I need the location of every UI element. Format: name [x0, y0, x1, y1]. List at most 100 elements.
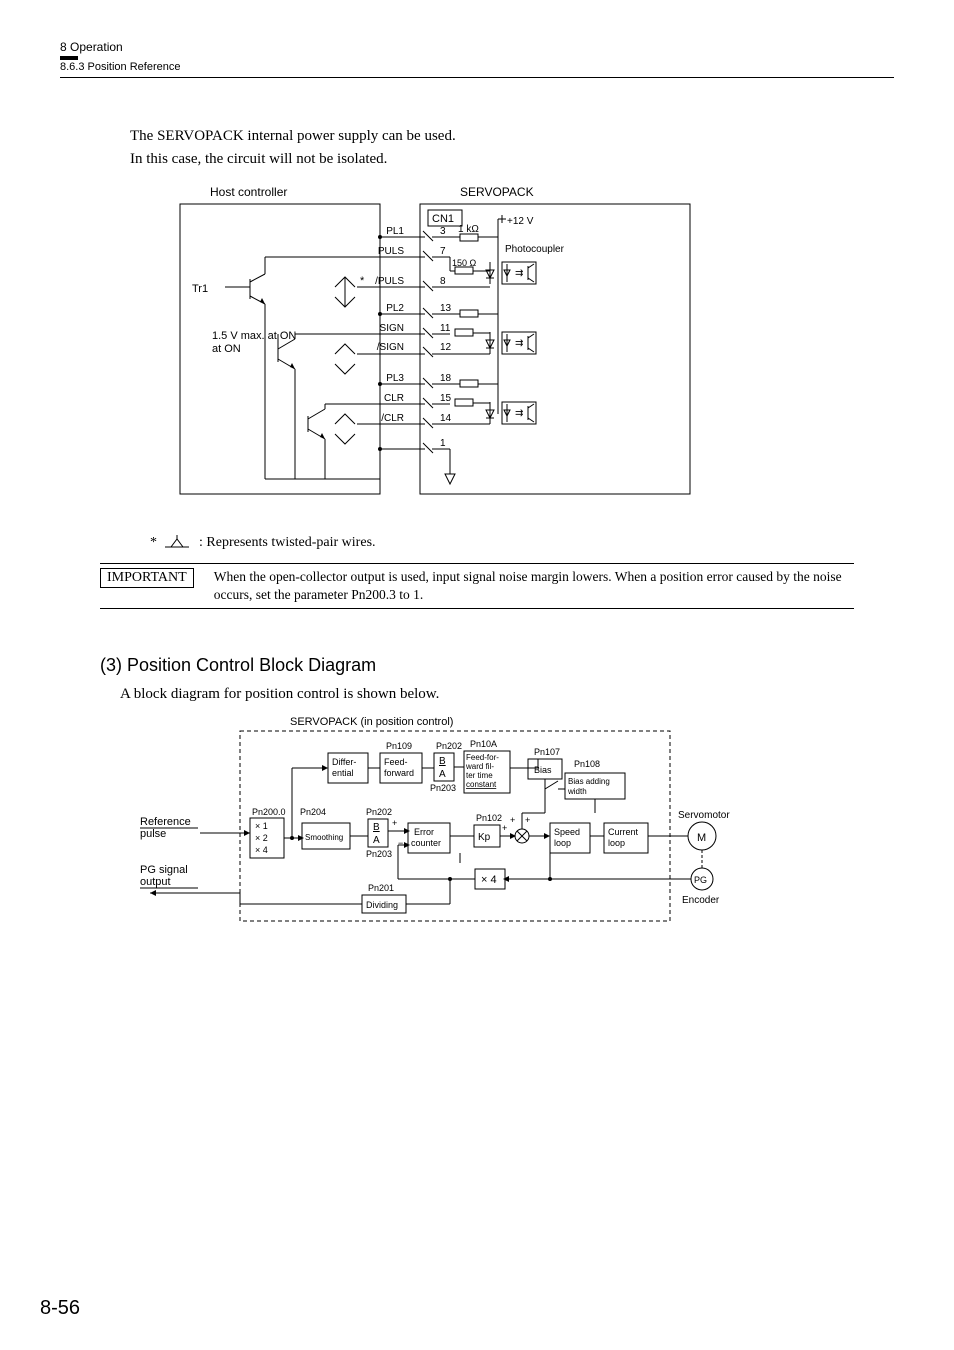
- svg-text:A: A: [373, 835, 380, 846]
- svg-text:1.5 V max. at ON: 1.5 V max. at ON: [212, 330, 296, 342]
- important-note: IMPORTANT When the open-collector output…: [100, 563, 854, 609]
- svg-text:SERVOPACK (in position control: SERVOPACK (in position control): [290, 716, 453, 728]
- svg-text:11: 11: [440, 323, 451, 334]
- servopack-label: SERVOPACK: [460, 185, 534, 199]
- svg-text:SIGN: SIGN: [380, 323, 404, 334]
- svg-text:constant: constant: [466, 780, 497, 789]
- svg-text:CLR: CLR: [384, 393, 404, 404]
- svg-text:Photocoupler: Photocoupler: [505, 244, 565, 255]
- svg-text:width: width: [567, 787, 587, 796]
- svg-text:PL3: PL3: [386, 373, 404, 384]
- twisted-pair-legend: * : Represents twisted-pair wires.: [150, 533, 894, 553]
- svg-text:⇉: ⇉: [515, 408, 523, 419]
- svg-text:PL1: PL1: [386, 226, 404, 237]
- twisted-pair-icon: [335, 277, 355, 307]
- svg-text:× 4: × 4: [481, 874, 497, 886]
- svg-text:Kp: Kp: [478, 832, 491, 843]
- svg-text:1: 1: [440, 438, 446, 449]
- block-diagram: SERVOPACK (in position control) Referenc…: [130, 713, 894, 938]
- svg-text:at ON: at ON: [212, 343, 241, 355]
- svg-text:× 2: × 2: [255, 833, 268, 843]
- intro-line2: In this case, the circuit will not be is…: [130, 151, 894, 168]
- svg-text:CN1: CN1: [432, 213, 454, 225]
- svg-text:Speed: Speed: [554, 827, 580, 837]
- svg-text:PULS: PULS: [378, 246, 404, 257]
- svg-text:Pn201: Pn201: [368, 883, 394, 893]
- svg-text:Smoothing: Smoothing: [305, 833, 343, 842]
- svg-text:/SIGN: /SIGN: [377, 342, 404, 353]
- svg-text:⇉: ⇉: [515, 338, 523, 349]
- svg-text:Tr1: Tr1: [192, 283, 208, 295]
- page-number: 8-56: [40, 1297, 80, 1320]
- svg-text:18: 18: [440, 373, 452, 384]
- svg-text:Pn203: Pn203: [430, 783, 456, 793]
- svg-text:Pn202: Pn202: [436, 741, 462, 751]
- important-text: When the open-collector output is used, …: [214, 568, 854, 604]
- svg-text:Pn200.0: Pn200.0: [252, 807, 286, 817]
- svg-text:ward fil-: ward fil-: [465, 762, 494, 771]
- svg-text:3: 3: [440, 226, 446, 237]
- svg-text:Pn204: Pn204: [300, 807, 326, 817]
- svg-text:13: 13: [440, 303, 452, 314]
- svg-text:+: +: [392, 818, 397, 828]
- svg-text:counter: counter: [411, 838, 441, 848]
- important-badge: IMPORTANT: [100, 568, 194, 588]
- svg-text:Error: Error: [414, 827, 434, 837]
- svg-text:ter time: ter time: [466, 771, 493, 780]
- svg-text:× 4: × 4: [255, 845, 268, 855]
- svg-text:Encoder: Encoder: [682, 895, 720, 906]
- svg-text:forward: forward: [384, 768, 414, 778]
- svg-text:1 kΩ: 1 kΩ: [458, 224, 479, 235]
- circuit-diagram: Host controller SERVOPACK CN1 +12 V 1 kΩ…: [150, 184, 894, 519]
- svg-text:Bias: Bias: [534, 765, 552, 775]
- svg-text:Servomotor: Servomotor: [678, 810, 730, 821]
- svg-text:Dividing: Dividing: [366, 900, 398, 910]
- svg-text:15: 15: [440, 393, 452, 404]
- svg-text:PG signaloutput: PG signaloutput: [140, 864, 188, 888]
- svg-text:−: −: [398, 838, 403, 848]
- svg-text:Pn109: Pn109: [386, 741, 412, 751]
- svg-text:Pn102: Pn102: [476, 813, 502, 823]
- svg-text:PG: PG: [694, 875, 707, 885]
- section-label: 8.6.3 Position Reference: [60, 61, 894, 73]
- svg-text:Pn10A: Pn10A: [470, 739, 497, 749]
- section-3-heading: (3) Position Control Block Diagram: [100, 655, 894, 676]
- svg-text:8: 8: [440, 276, 446, 287]
- svg-text:Pn203: Pn203: [366, 849, 392, 859]
- svg-text:Feed-for-: Feed-for-: [466, 753, 499, 762]
- svg-text:Current: Current: [608, 827, 639, 837]
- section-3-intro: A block diagram for position control is …: [120, 686, 894, 703]
- chapter-label: 8 Operation: [60, 40, 894, 54]
- svg-text:7: 7: [440, 246, 446, 257]
- svg-text:*: *: [360, 275, 365, 287]
- svg-text:+: +: [510, 815, 515, 825]
- svg-text:Pn202: Pn202: [366, 807, 392, 817]
- svg-text:/CLR: /CLR: [381, 413, 404, 424]
- svg-text:Pn108: Pn108: [574, 759, 600, 769]
- host-label: Host controller: [210, 185, 287, 199]
- svg-text:× 1: × 1: [255, 821, 268, 831]
- svg-text:Bias adding: Bias adding: [568, 777, 610, 786]
- svg-text:PL2: PL2: [386, 303, 404, 314]
- svg-text:ential: ential: [332, 768, 354, 778]
- svg-text:⇉: ⇉: [515, 268, 523, 279]
- svg-text:B: B: [439, 756, 446, 767]
- photocoupler-icon: ⇉: [486, 262, 536, 284]
- svg-text:+: +: [525, 815, 530, 825]
- svg-text:Differ-: Differ-: [332, 757, 356, 767]
- svg-text:+: +: [502, 823, 507, 833]
- svg-text:12: 12: [440, 342, 452, 353]
- twisted-pair-legend-icon: [163, 533, 193, 553]
- transistor-icon: [225, 257, 380, 479]
- intro-line1: The SERVOPACK internal power supply can …: [130, 128, 894, 145]
- svg-text:/PULS: /PULS: [375, 276, 404, 287]
- svg-text:+12 V: +12 V: [507, 216, 534, 227]
- svg-text:Pn107: Pn107: [534, 747, 560, 757]
- svg-text:loop: loop: [554, 838, 571, 848]
- svg-text:A: A: [439, 769, 446, 780]
- svg-text:B: B: [373, 822, 380, 833]
- svg-text:Feed-: Feed-: [384, 757, 408, 767]
- svg-text:M: M: [697, 832, 706, 844]
- svg-text:14: 14: [440, 413, 452, 424]
- svg-text:loop: loop: [608, 838, 625, 848]
